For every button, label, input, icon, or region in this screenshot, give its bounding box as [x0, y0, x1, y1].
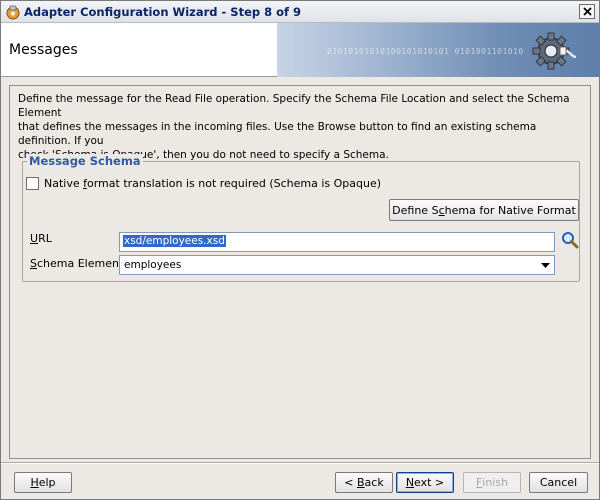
mnemonic-letter: S [30, 257, 37, 270]
label-text: inish [482, 476, 509, 489]
page-title: Messages [9, 42, 78, 58]
finish-button[interactable]: Finish [463, 472, 521, 493]
schema-opaque-checkbox-row[interactable]: Native format translation is not require… [26, 177, 381, 190]
mnemonic-letter: H [30, 476, 39, 489]
wizard-window: Adapter Configuration Wizard - Step 8 of… [0, 0, 600, 500]
chevron-down-icon [541, 263, 550, 268]
close-icon [582, 7, 592, 16]
mnemonic-letter: N [405, 476, 415, 489]
footer-divider [1, 462, 599, 464]
content-panel: Define the message for the Read File ope… [9, 85, 591, 459]
label-text: ack [364, 476, 384, 489]
instructions-text: Define the message for the Read File ope… [18, 92, 584, 162]
url-input[interactable]: xsd/employees.xsd [119, 232, 555, 252]
label-text: ormat translation is not required (Schem… [87, 177, 382, 190]
instructions-line: that defines the messages in the incomin… [18, 121, 537, 147]
wizard-header: Messages 01010101010100101010101 0101001… [1, 23, 599, 77]
message-schema-group: Message Schema Native format translation… [22, 154, 580, 282]
mnemonic-letter: U [30, 232, 39, 245]
schema-element-label: Schema Element [30, 257, 123, 270]
instructions-line: Define the message for the Read File ope… [18, 93, 570, 119]
define-schema-native-format-button[interactable]: Define Sc hema for Native Format [389, 199, 579, 221]
label-text: ext > [414, 476, 445, 489]
label-text: Cancel [539, 476, 578, 489]
window-title: Adapter Configuration Wizard - Step 8 of… [24, 5, 302, 19]
close-button[interactable] [579, 4, 595, 19]
label-text: elp [38, 476, 56, 489]
banner-artwork: 01010101010100101010101 0101001101010 [277, 23, 599, 77]
search-icon[interactable] [561, 231, 579, 249]
cancel-button[interactable]: Cancel [529, 472, 588, 493]
schema-element-value: employees [124, 259, 182, 271]
back-button[interactable]: < Back [335, 472, 393, 493]
schema-element-select[interactable]: employees [119, 255, 555, 275]
message-schema-legend: Message Schema [27, 154, 143, 168]
label-text: hema for Native Format [444, 203, 576, 217]
gear-plug-icon [532, 32, 577, 70]
adapter-wizard-icon [6, 5, 20, 20]
next-button[interactable]: Next > [396, 472, 454, 493]
label-text: RL [38, 232, 52, 245]
label-text: Native [44, 177, 84, 190]
label-text: chema Element [36, 257, 124, 270]
help-button[interactable]: Help [14, 472, 72, 493]
mnemonic-letter: B [357, 476, 365, 489]
schema-opaque-checkbox[interactable] [26, 177, 39, 190]
banner-binary-text: 01010101010100101010101 0101001101010 [327, 47, 524, 56]
label-text: Define S [392, 203, 439, 217]
url-value: xsd/employees.xsd [123, 235, 226, 247]
schema-opaque-label: Native format translation is not require… [44, 177, 381, 190]
url-label: URL [30, 232, 52, 245]
label-text: < [344, 476, 357, 489]
title-bar[interactable]: Adapter Configuration Wizard - Step 8 of… [1, 1, 599, 23]
